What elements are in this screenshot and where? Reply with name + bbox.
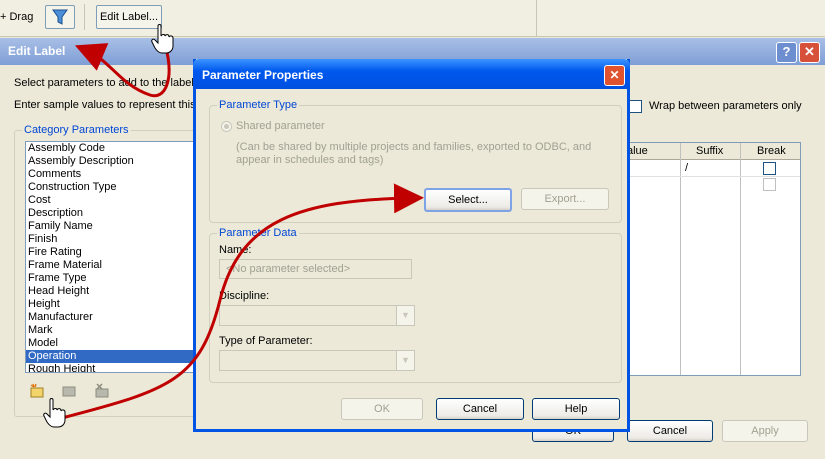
arrow-to-edit-label — [74, 43, 171, 98]
hand-cursor-icon — [43, 398, 66, 428]
arrow-to-select — [61, 183, 424, 420]
annotation-overlay — [43, 24, 424, 428]
hand-cursor-icon — [151, 24, 174, 54]
